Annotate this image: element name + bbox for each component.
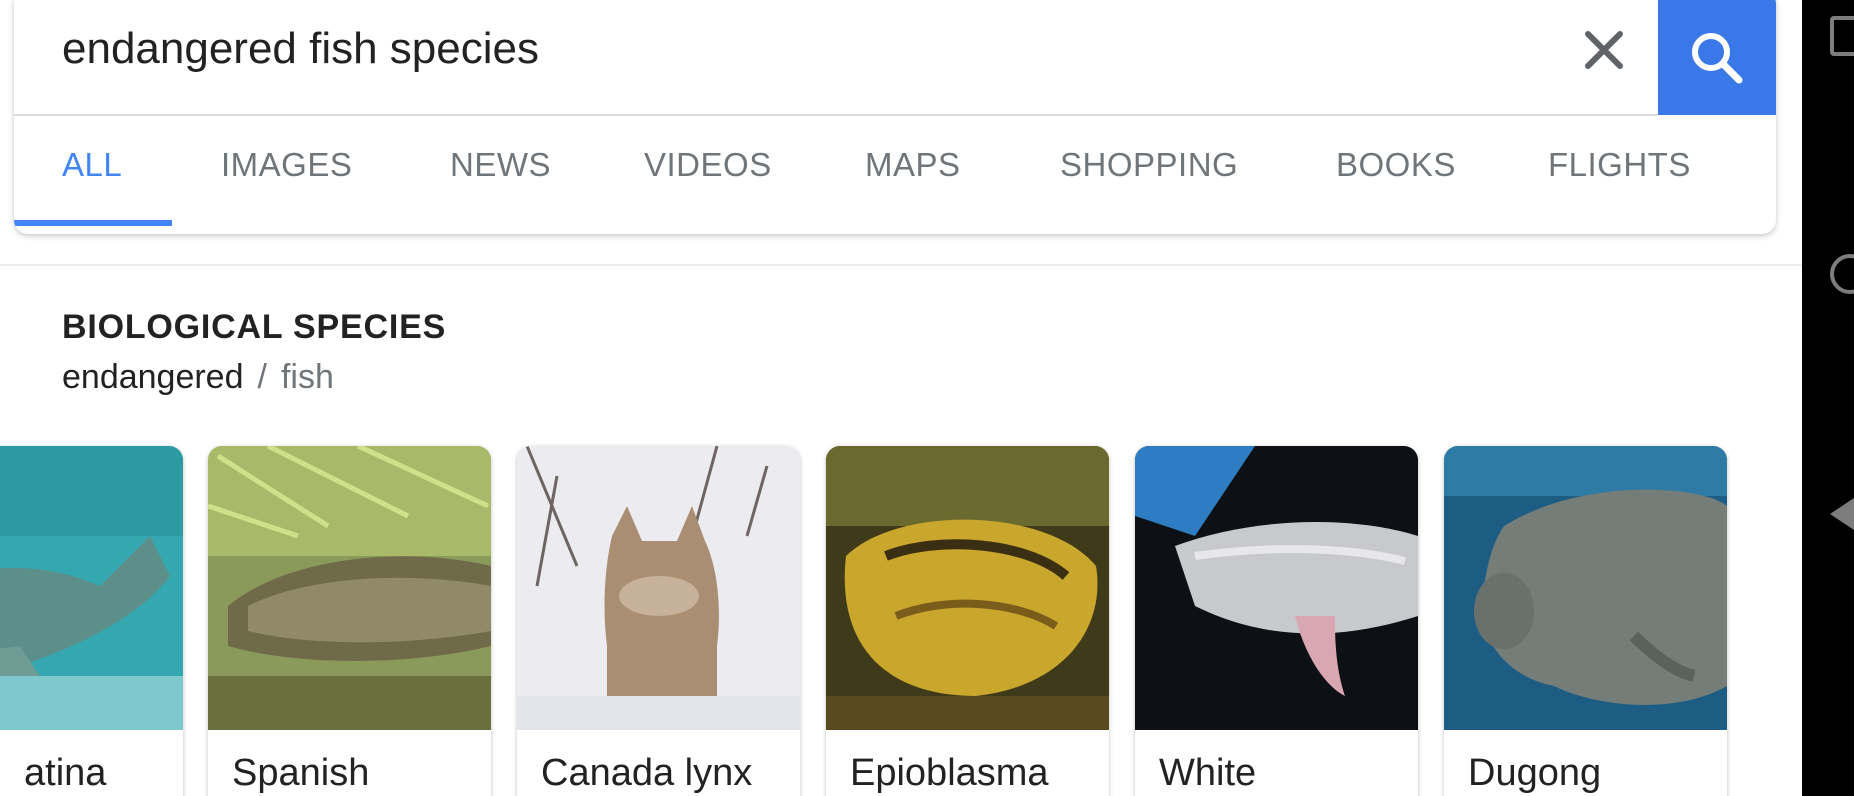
breadcrumb-item-endangered[interactable]: endangered xyxy=(62,358,244,396)
species-label: Spanish xyxy=(232,752,370,794)
back-icon[interactable] xyxy=(1830,494,1854,534)
tab-shopping[interactable]: SHOPPING xyxy=(1060,116,1238,234)
species-label: Epioblasma xyxy=(850,752,1049,794)
species-image-epioblasma xyxy=(826,446,1109,730)
recents-icon[interactable] xyxy=(1830,16,1854,56)
search-results-page: endangered fish species ALL IMAGES NEWS … xyxy=(0,0,1802,796)
tab-flights[interactable]: FLIGHTS xyxy=(1548,116,1691,234)
search-input[interactable]: endangered fish species xyxy=(62,12,539,86)
home-icon[interactable] xyxy=(1830,254,1854,294)
tab-images[interactable]: IMAGES xyxy=(221,116,352,234)
species-image-dugong xyxy=(1444,446,1727,730)
species-label: atina xyxy=(24,752,107,794)
species-card[interactable]: Spanish xyxy=(208,446,491,796)
search-tabs: ALL IMAGES NEWS VIDEOS MAPS SHOPPING BOO… xyxy=(14,116,1776,234)
active-tab-indicator xyxy=(14,220,172,226)
species-card[interactable]: atina xyxy=(0,446,183,796)
search-icon xyxy=(1692,32,1743,83)
search-header-card: endangered fish species ALL IMAGES NEWS … xyxy=(14,0,1776,234)
breadcrumb-separator: / xyxy=(257,358,267,396)
android-navigation-bar xyxy=(1802,0,1854,796)
section-heading: BIOLOGICAL SPECIES xyxy=(62,308,447,346)
breadcrumb: endangered / fish xyxy=(62,358,334,397)
species-label: White xyxy=(1159,752,1257,794)
tab-maps[interactable]: MAPS xyxy=(865,116,961,234)
tab-books[interactable]: BOOKS xyxy=(1336,116,1456,234)
search-button[interactable] xyxy=(1658,0,1776,115)
species-image-white-sturgeon xyxy=(1135,446,1418,730)
species-card[interactable]: Dugong xyxy=(1444,446,1727,796)
breadcrumb-item-fish[interactable]: fish xyxy=(281,358,334,396)
species-image-angelshark xyxy=(0,446,183,730)
species-label: Dugong xyxy=(1468,752,1602,794)
tab-news[interactable]: NEWS xyxy=(450,116,551,234)
species-card[interactable]: Canada lynx xyxy=(517,446,800,796)
species-card[interactable]: Epioblasma xyxy=(826,446,1109,796)
section-divider xyxy=(0,264,1802,266)
close-icon xyxy=(1585,31,1623,69)
species-label: Canada lynx xyxy=(541,752,753,794)
tab-all[interactable]: ALL xyxy=(62,116,122,234)
species-image-lynx xyxy=(517,446,800,730)
species-image-spanish xyxy=(208,446,491,730)
tab-videos[interactable]: VIDEOS xyxy=(644,116,772,234)
clear-search-button[interactable] xyxy=(1574,20,1634,80)
species-card[interactable]: White xyxy=(1135,446,1418,796)
